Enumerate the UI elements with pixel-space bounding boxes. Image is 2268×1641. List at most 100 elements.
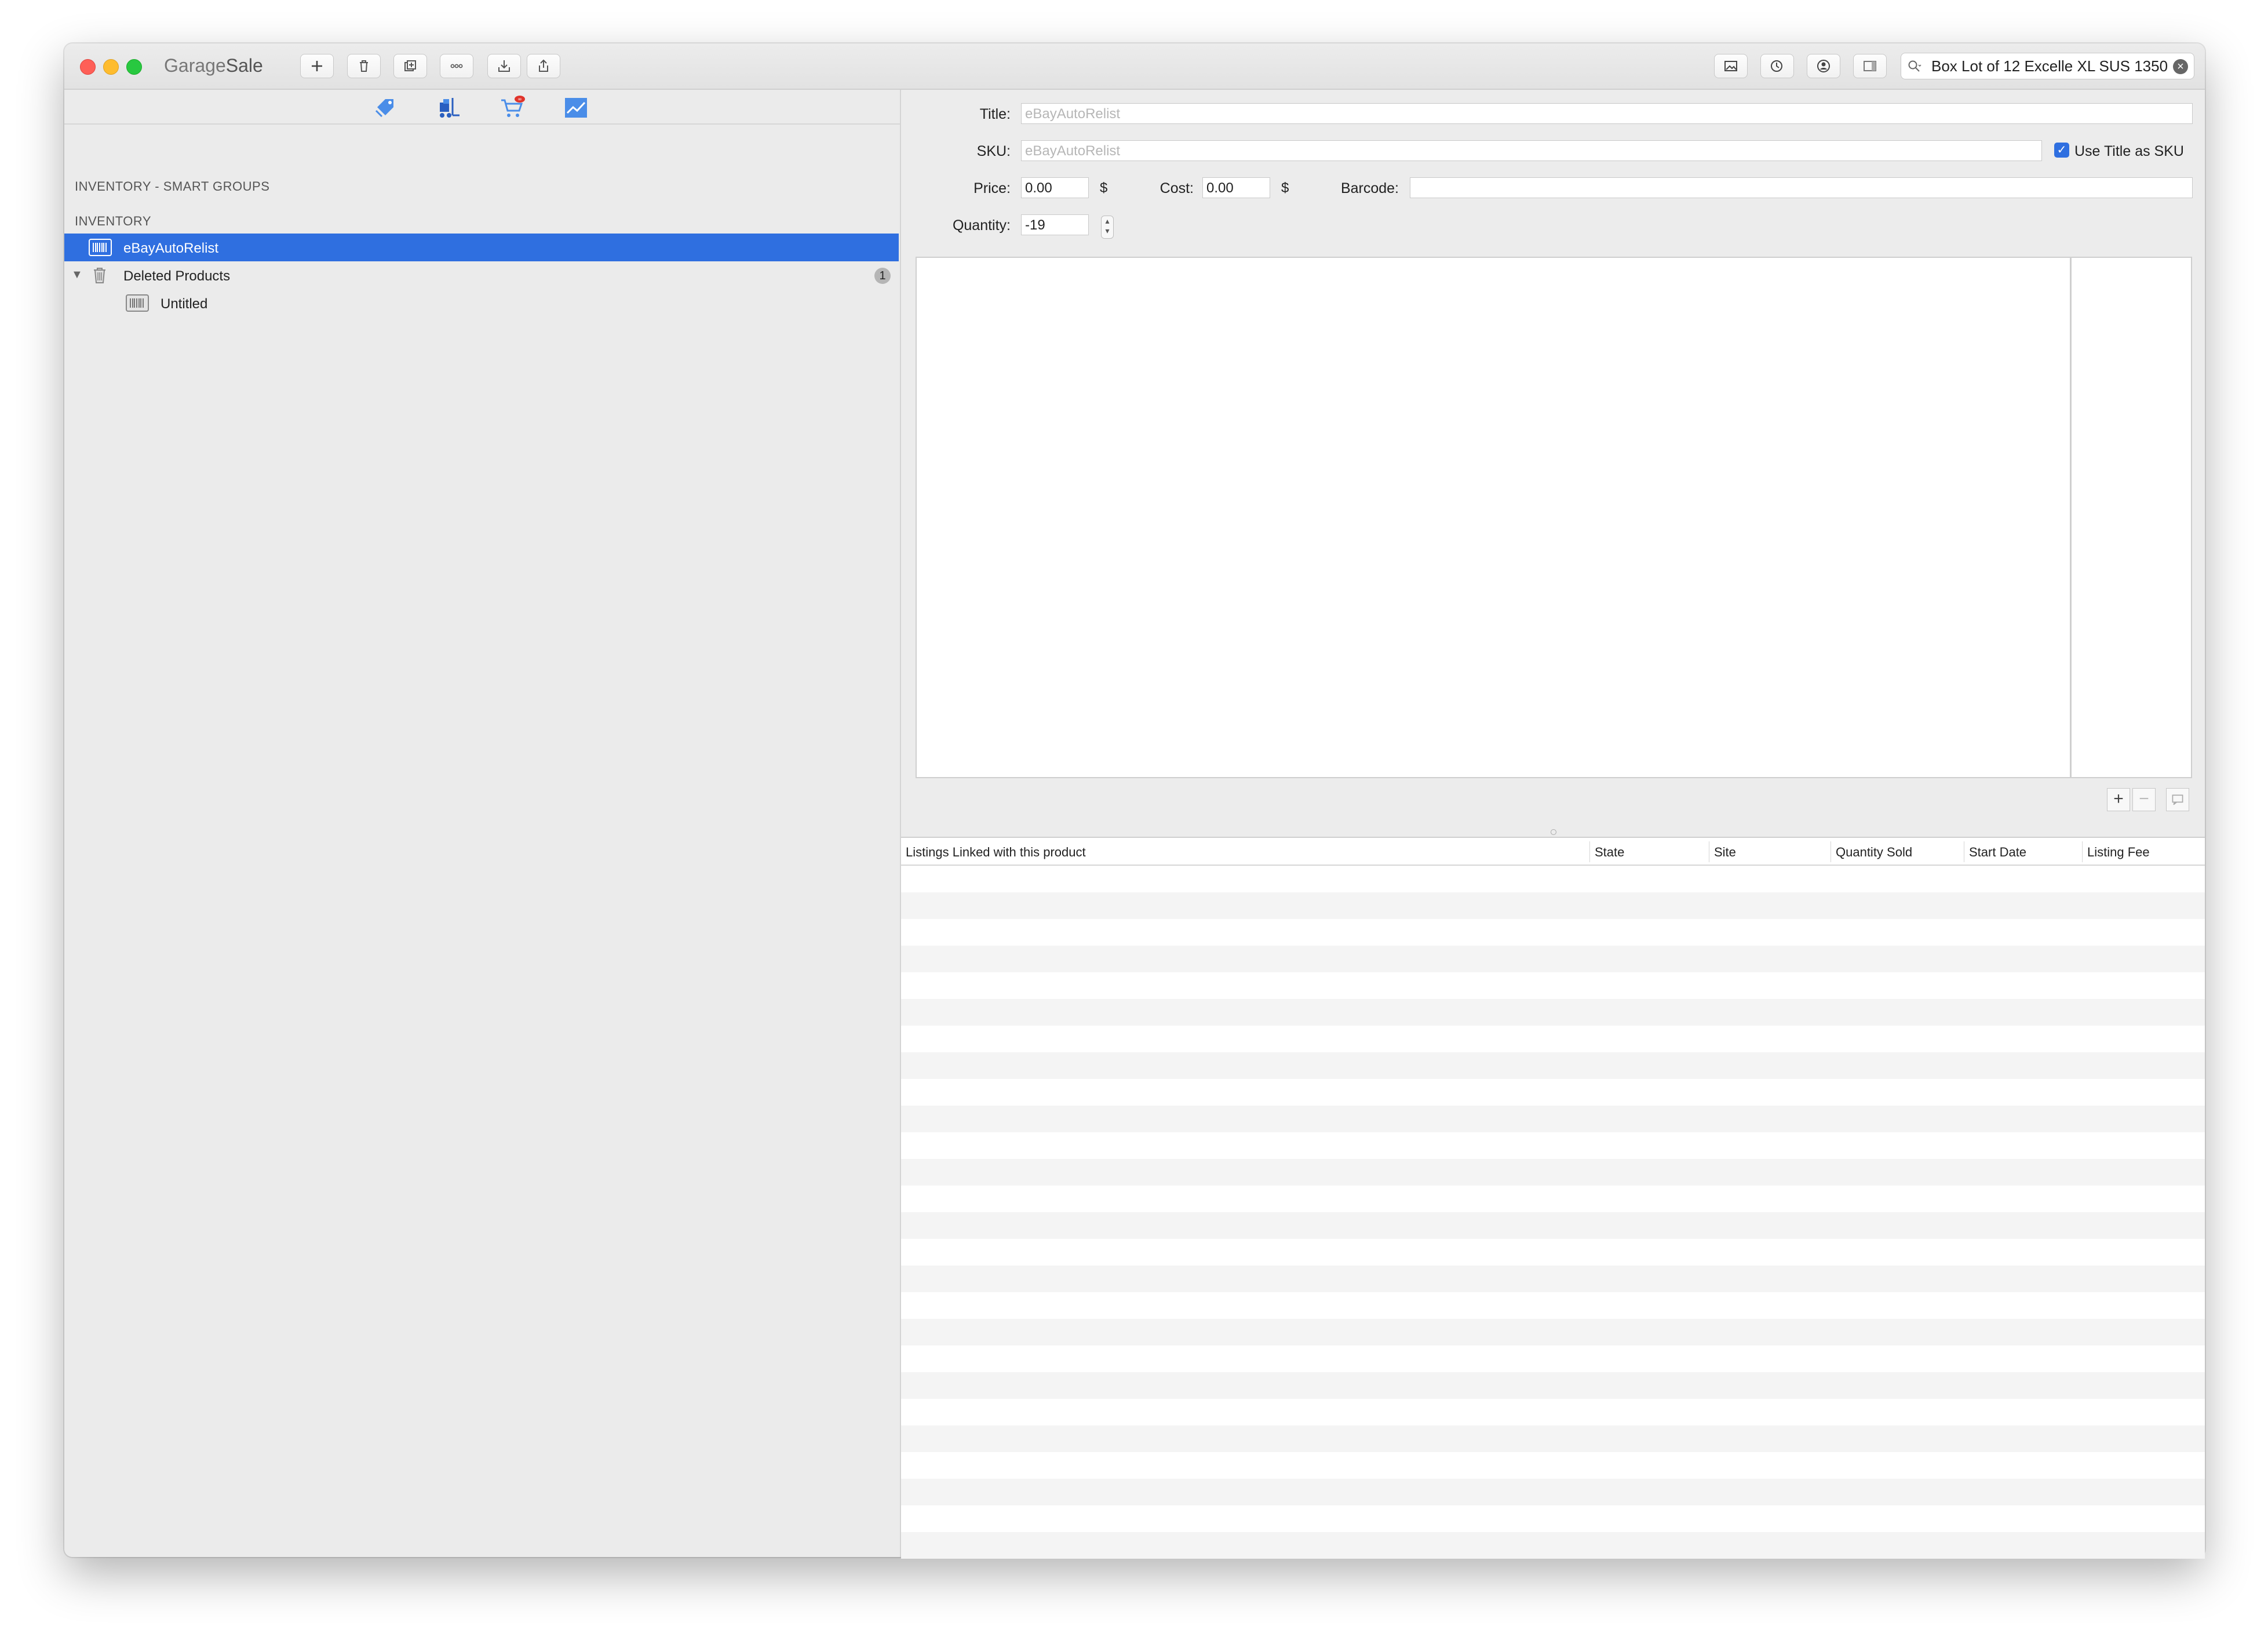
column-header-state[interactable]: State [1595,845,1624,860]
import-button[interactable] [487,54,521,78]
sidebar-item-deleted-products[interactable]: ▼ Deleted Products 1 [64,261,899,289]
sidebar-item-untitled[interactable]: Untitled [64,289,899,317]
table-row [901,1479,2205,1505]
column-divider[interactable] [2082,841,2083,862]
table-row [901,972,2205,999]
barcode-icon [89,239,112,256]
person-icon [1817,60,1830,72]
column-header-quantity-sold[interactable]: Quantity Sold [1836,845,1912,860]
search-field[interactable]: Box Lot of 12 Excelle XL SUS 1350 × [1901,53,2194,79]
quantity-stepper[interactable]: ▴ ▾ [1101,216,1114,239]
table-row [901,1266,2205,1292]
barcode-label: Barcode: [1340,180,1399,196]
listings-table: Listings Linked with this product State … [901,837,2205,1559]
toolbar: GarageSale Box Lot of 12 Excelle XL SUS … [64,43,2205,90]
gallery-button[interactable] [1714,54,1748,78]
table-row [901,1399,2205,1425]
table-row [901,1372,2205,1399]
table-row [901,1079,2205,1106]
duplicate-button[interactable] [393,54,427,78]
table-row [901,866,2205,892]
image-well[interactable] [2070,257,2192,778]
split-view-handle[interactable] [1551,829,1556,835]
cost-currency: $ [1281,180,1289,196]
orders-badge: ∞ [517,97,522,103]
title-label: Title: [979,106,1011,122]
column-header-site[interactable]: Site [1714,845,1736,860]
column-divider[interactable] [1589,841,1590,862]
table-row [901,1345,2205,1372]
table-row [901,1239,2205,1266]
table-row [901,1319,2205,1345]
delete-button[interactable] [347,54,381,78]
ellipsis-icon [450,64,463,68]
table-row [901,1106,2205,1132]
quantity-input[interactable]: -19 [1021,214,1089,235]
table-row [901,892,2205,919]
minimize-window-button[interactable] [103,59,119,75]
close-window-button[interactable] [80,59,96,75]
price-currency: $ [1100,180,1108,196]
remove-image-button[interactable]: − [2132,788,2156,811]
price-input[interactable]: 0.00 [1021,177,1089,198]
clock-icon [1771,60,1782,72]
table-row [901,919,2205,946]
table-row [901,946,2205,972]
sidebar-item-label: Deleted Products [123,268,231,284]
count-badge: 1 [874,268,891,284]
share-icon [539,59,548,72]
cost-label: Cost: [1159,180,1194,196]
tag-icon[interactable] [373,94,399,121]
image-options-button[interactable] [2166,788,2189,811]
inventory-header: INVENTORY [75,214,152,228]
table-row [901,1186,2205,1212]
description-editor[interactable] [916,257,2071,778]
more-button[interactable] [440,54,473,78]
use-title-as-sku-checkbox[interactable]: ✓ [2054,143,2069,158]
search-input[interactable]: Box Lot of 12 Excelle XL SUS 1350 [1931,57,2169,75]
table-row [901,1452,2205,1479]
title-input[interactable]: eBayAutoRelist [1021,103,2193,124]
use-title-as-sku-label: Use Title as SKU [2074,143,2184,159]
account-button[interactable] [1807,54,1840,78]
barcode-input[interactable] [1410,177,2193,198]
chart-icon[interactable] [563,94,589,121]
column-header-listings[interactable]: Listings Linked with this product [906,845,1086,860]
table-row [901,1292,2205,1319]
smart-groups-header: INVENTORY - SMART GROUPS [75,179,270,194]
toggle-panel-button[interactable] [1853,54,1887,78]
app-title-part1: Garage [164,55,226,76]
schedule-button[interactable] [1760,54,1794,78]
barcode-icon [126,294,149,312]
app-title: GarageSale [164,55,263,76]
sidebar-icon [1864,61,1876,71]
column-header-start-date[interactable]: Start Date [1969,845,2026,860]
table-row [901,1052,2205,1079]
duplicate-icon [404,60,416,71]
table-header: Listings Linked with this product State … [901,837,2205,866]
table-row [901,1159,2205,1186]
disclosure-triangle-icon[interactable]: ▼ [71,268,83,282]
price-label: Price: [973,180,1011,196]
cost-input[interactable]: 0.00 [1202,177,1270,198]
sidebar-tab-bar: ∞ [64,90,900,125]
comment-icon [2172,794,2183,805]
sku-label: SKU: [976,143,1011,159]
sku-input[interactable]: eBayAutoRelist [1021,140,2042,161]
sidebar-item-label: eBayAutoRelist [123,240,219,256]
clear-search-icon[interactable]: × [2173,59,2188,74]
cart-icon[interactable]: ∞ [499,94,526,121]
picture-icon [1724,61,1737,71]
column-header-listing-fee[interactable]: Listing Fee [2087,845,2150,860]
download-icon [498,60,510,72]
trash-icon [360,60,368,72]
table-row [901,999,2205,1026]
forklift-icon[interactable] [435,94,462,121]
share-button[interactable] [527,54,560,78]
sidebar-item-ebayautorelist[interactable]: eBayAutoRelist [64,234,899,261]
table-row [901,1132,2205,1159]
add-image-button[interactable]: + [2107,788,2130,811]
table-row [901,1026,2205,1052]
add-button[interactable] [300,54,334,78]
zoom-window-button[interactable] [126,59,142,75]
